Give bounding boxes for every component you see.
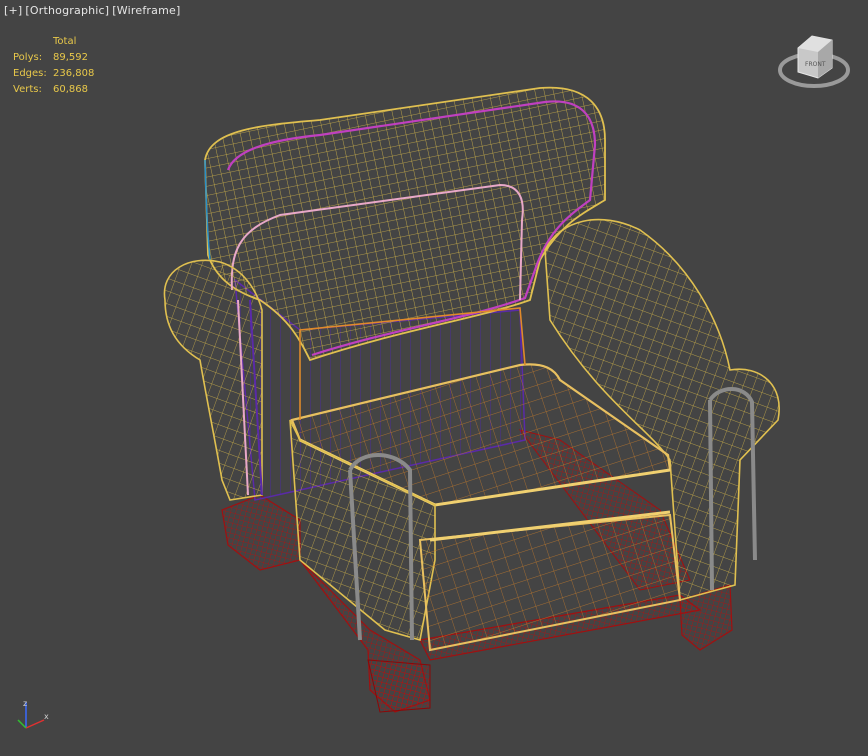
- armchair-wireframe[interactable]: [0, 0, 868, 756]
- viewcube-front-face[interactable]: FRONT: [805, 61, 826, 68]
- viewport[interactable]: [+] [Orthographic] [Wireframe] Total Polys…: [0, 0, 868, 756]
- left-armrest: [163, 259, 263, 501]
